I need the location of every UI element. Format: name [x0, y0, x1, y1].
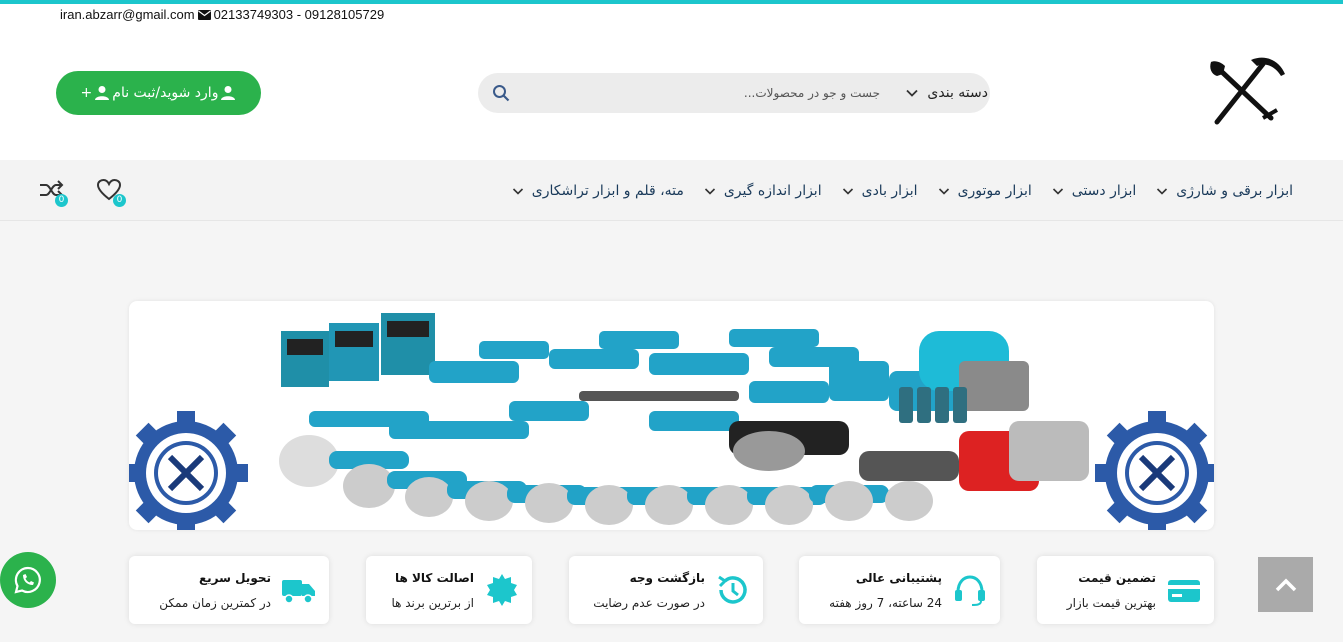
- wishlist-button[interactable]: 0: [96, 178, 126, 207]
- history-icon: [718, 575, 747, 604]
- login-label: وارد شوید/ثبت نام: [112, 85, 219, 101]
- features-strip: تضمین قیمت بهترین قیمت بازار پشتیبانی عا…: [0, 556, 1343, 624]
- chevron-down-icon: [906, 89, 919, 97]
- whatsapp-button[interactable]: [0, 552, 56, 608]
- login-register-button[interactable]: وارد شوید/ثبت نام +: [56, 71, 261, 115]
- plus-sign: +: [80, 85, 93, 101]
- contact-info: iran.abzarr@gmail.com 02133749303 - 0912…: [60, 7, 384, 22]
- chevron-down-icon: [842, 187, 853, 195]
- nav-label: مته، قلم و ابزار تراشکاری: [531, 182, 684, 199]
- nav-label: ابزار موتوری: [957, 182, 1032, 199]
- nav-item-drill-bits[interactable]: مته، قلم و ابزار تراشکاری: [502, 183, 694, 199]
- compare-count-badge: 0: [55, 194, 68, 207]
- feature-card-authenticity: اصالت کالا ها از برترین برند ها: [366, 556, 532, 624]
- card-icon: [1168, 580, 1200, 602]
- feature-card-support: پشتیبانی عالی 24 ساعته، 7 روز هفته: [799, 556, 1000, 624]
- feature-card-price-guarantee: تضمین قیمت بهترین قیمت بازار: [1037, 556, 1214, 624]
- feature-subtitle: از برترین برند ها: [391, 596, 474, 610]
- feature-card-fast-delivery: تحویل سریع در کمترین زمان ممکن: [129, 556, 329, 624]
- chevron-down-icon: [1157, 187, 1168, 195]
- feature-subtitle: در کمترین زمان ممکن: [159, 596, 271, 610]
- welder-machines: [281, 313, 435, 387]
- chevron-down-icon: [1052, 187, 1063, 195]
- whatsapp-icon: [14, 566, 41, 594]
- main-navigation: ابزار برقی و شارژی ابزار دستی ابزار موتو…: [0, 160, 1343, 221]
- chevron-up-icon: [1275, 578, 1296, 591]
- nav-item-measuring-tools[interactable]: ابزار اندازه گیری: [694, 183, 832, 199]
- hero-banner[interactable]: [129, 301, 1214, 530]
- search-input[interactable]: [530, 81, 880, 105]
- certificate-icon: [487, 574, 517, 606]
- feature-subtitle: در صورت عدم رضایت: [593, 596, 705, 610]
- nav-label: ابزار برقی و شارژی: [1176, 182, 1293, 199]
- phone-text[interactable]: 02133749303 - 09128105729: [214, 7, 385, 22]
- search-bar: دسته بندی: [478, 73, 990, 113]
- iran-abzar-logo-right: [1095, 411, 1214, 530]
- nav-item-engine-tools[interactable]: ابزار موتوری: [928, 183, 1042, 199]
- site-header: iran.abzarr@gmail.com 02133749303 - 0912…: [0, 4, 1343, 160]
- feature-title: تضمین قیمت: [1078, 571, 1156, 585]
- category-dropdown[interactable]: دسته بندی: [880, 73, 990, 113]
- chevron-down-icon: [704, 187, 715, 195]
- search-icon[interactable]: [492, 84, 510, 102]
- nav-item-hand-tools[interactable]: ابزار دستی: [1042, 183, 1146, 199]
- feature-subtitle: بهترین قیمت بازار: [1066, 596, 1156, 610]
- nav-label: ابزار دستی: [1071, 182, 1137, 199]
- truck-icon: [282, 580, 315, 604]
- nav-label: ابزار بادی: [861, 182, 918, 199]
- nav-item-air-tools[interactable]: ابزار بادی: [832, 183, 928, 199]
- tools-banner-image: [129, 313, 1214, 530]
- feature-card-refund: بازگشت وجه در صورت عدم رضایت: [569, 556, 763, 624]
- iran-abzar-logo-left: [129, 411, 248, 530]
- feature-title: بازگشت وجه: [629, 571, 705, 585]
- compare-button[interactable]: 0: [38, 178, 68, 207]
- nav-label: ابزار اندازه گیری: [723, 182, 822, 199]
- chevron-down-icon: [512, 187, 523, 195]
- category-label: دسته بندی: [927, 85, 988, 101]
- chevron-down-icon: [938, 187, 949, 195]
- nav-action-icons: 0 0: [38, 178, 126, 207]
- headset-icon: [955, 575, 985, 606]
- feature-title: اصالت کالا ها: [394, 571, 474, 585]
- envelope-icon: [197, 9, 211, 20]
- feature-title: پشتیبانی عالی: [855, 571, 942, 585]
- wishlist-count-badge: 0: [113, 194, 126, 207]
- user-plus-icon: [95, 86, 110, 100]
- user-icon: [221, 86, 236, 100]
- email-text[interactable]: iran.abzarr@gmail.com: [60, 7, 195, 22]
- feature-subtitle: 24 ساعته، 7 روز هفته: [829, 596, 942, 610]
- scroll-to-top-button[interactable]: [1258, 557, 1313, 612]
- feature-title: تحویل سریع: [198, 571, 271, 585]
- site-logo[interactable]: [1205, 52, 1289, 126]
- nav-item-power-tools[interactable]: ابزار برقی و شارژی: [1146, 183, 1303, 199]
